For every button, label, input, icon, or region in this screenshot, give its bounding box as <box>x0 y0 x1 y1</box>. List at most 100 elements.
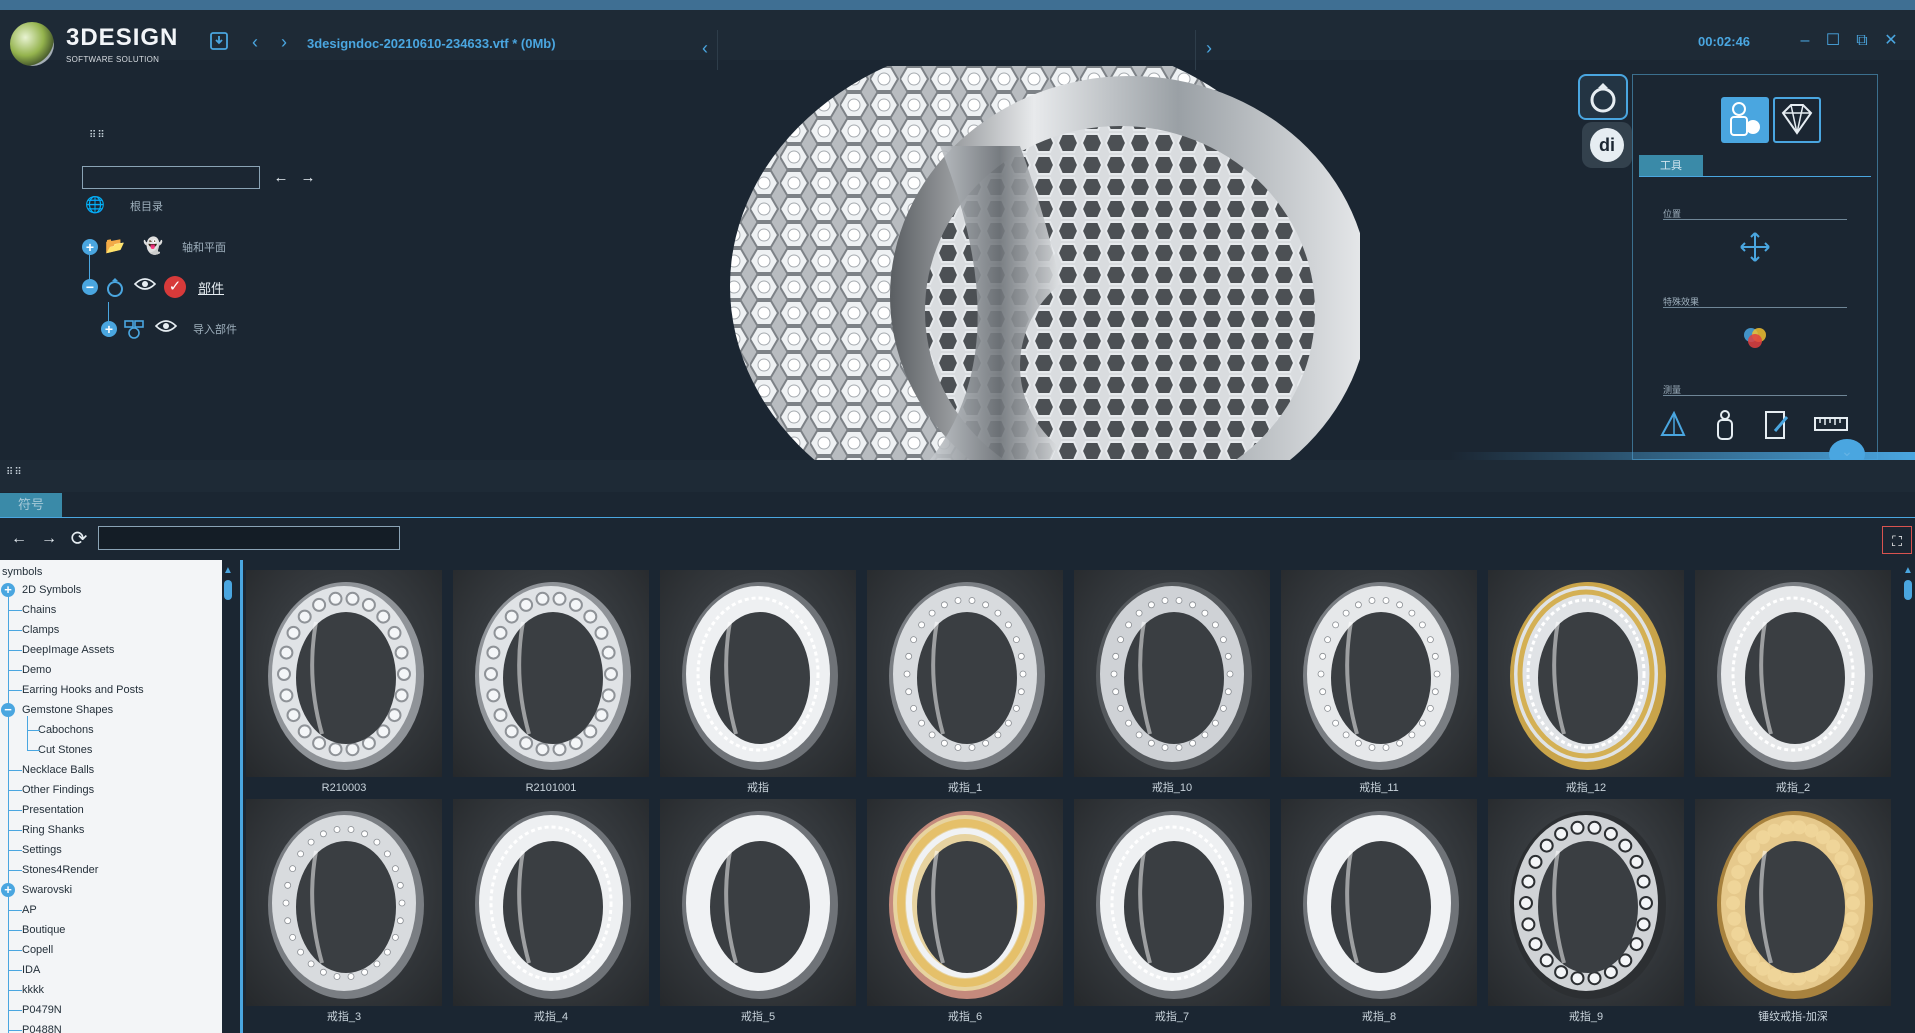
tree-back-icon[interactable]: ← <box>271 168 291 188</box>
expand-plus-icon[interactable]: + <box>1 883 15 897</box>
document-title: 3designdoc-20210610-234633.vtf * (0Mb) <box>307 36 556 51</box>
symbol-thumbnail[interactable]: 戒指_3 <box>246 799 442 1028</box>
folder-item[interactable]: +2D Symbols <box>0 580 81 600</box>
browser-back-icon[interactable]: ← <box>8 528 30 550</box>
gem-mode-button[interactable] <box>1773 97 1821 143</box>
symbol-thumbnail[interactable]: 戒指_4 <box>453 799 649 1028</box>
symbol-search-input[interactable] <box>98 526 400 550</box>
ghost-icon[interactable]: 👻 <box>142 236 164 258</box>
eye-icon[interactable] <box>133 276 157 298</box>
symbol-thumbnail[interactable]: 戒指_8 <box>1281 799 1477 1028</box>
symbol-thumbnail[interactable]: 戒指_6 <box>867 799 1063 1028</box>
symbol-thumbnail[interactable]: 戒指_5 <box>660 799 856 1028</box>
folder-item[interactable]: Earring Hooks and Posts <box>0 680 144 700</box>
di-mode-button[interactable]: di <box>1582 122 1632 168</box>
folder-item[interactable]: Other Findings <box>0 780 94 800</box>
folder-item[interactable]: Boutique <box>0 920 65 940</box>
fullscreen-icon[interactable]: ⛶ <box>1882 526 1912 554</box>
browser-forward-icon[interactable]: → <box>38 528 60 550</box>
tab-tools[interactable]: 工具 <box>1639 155 1703 177</box>
symbol-thumbnail[interactable]: 戒指_9 <box>1488 799 1684 1028</box>
expand-plus-icon[interactable]: + <box>1 583 15 597</box>
folder-label: Chains <box>22 604 57 616</box>
expand-plus-icon[interactable]: + <box>101 321 117 337</box>
folder-item[interactable]: Copell <box>0 940 53 960</box>
folder-item[interactable]: Ring Shanks <box>0 820 84 840</box>
active-check-icon[interactable]: ✓ <box>164 276 186 298</box>
folder-item[interactable]: IDA <box>0 960 40 980</box>
tree-root[interactable]: 🌐 根目录 <box>84 193 163 219</box>
scroll-thumb[interactable] <box>224 580 232 600</box>
panel-grip-icon[interactable]: ⠿⠿ <box>6 468 22 480</box>
symbol-thumbnail[interactable]: 戒指_1 <box>867 570 1063 799</box>
folder-scrollbar[interactable]: ▲ <box>222 560 234 1033</box>
symbol-thumbnail[interactable]: 锤纹戒指-加深 <box>1695 799 1891 1028</box>
color-effects-icon[interactable] <box>1737 321 1773 357</box>
symbol-thumbnail[interactable]: 戒指_10 <box>1074 570 1270 799</box>
material-mode-button[interactable] <box>1721 97 1769 143</box>
symbol-thumbnail[interactable]: R2101001 <box>453 570 649 799</box>
folder-item[interactable]: Settings <box>0 840 62 860</box>
back-icon[interactable]: ‹ <box>243 30 267 54</box>
ring-preview-image <box>1695 570 1891 777</box>
panel-divider[interactable]: ⠿⠿ <box>0 460 1915 492</box>
folder-item[interactable]: − Gemstone Shapes <box>0 700 113 720</box>
tab-symbols[interactable]: 符号 <box>0 493 62 517</box>
folder-icon: 📂 <box>105 238 125 255</box>
folder-item[interactable]: Clamps <box>0 620 59 640</box>
tree-forward-icon[interactable]: → <box>298 168 318 188</box>
folder-item[interactable]: DeepImage Assets <box>0 640 114 660</box>
collapse-minus-icon[interactable]: − <box>1 703 15 717</box>
angle-measure-icon[interactable] <box>1655 409 1691 445</box>
tree-node-axes[interactable]: + 📂 👻 轴和平面 <box>82 234 226 260</box>
save-icon[interactable] <box>207 30 231 54</box>
folder-item[interactable]: AP <box>0 900 37 920</box>
symbol-thumbnail[interactable]: R210003 <box>246 570 442 799</box>
scroll-up-icon[interactable]: ▲ <box>1902 566 1914 576</box>
symbol-thumbnail[interactable]: 戒指_2 <box>1695 570 1891 799</box>
folder-item[interactable]: Cut Stones <box>0 740 92 760</box>
minimize-icon[interactable]: – <box>1794 30 1816 52</box>
weight-measure-icon[interactable] <box>1707 409 1743 445</box>
folder-item[interactable]: P0488N <box>0 1020 62 1033</box>
folder-item[interactable]: Stones4Render <box>0 860 98 880</box>
folder-item[interactable]: Cabochons <box>0 720 94 740</box>
folder-item[interactable]: kkkk <box>0 980 44 1000</box>
refresh-icon[interactable]: ⟳ <box>68 528 90 550</box>
forward-icon[interactable]: › <box>272 30 296 54</box>
folder-item[interactable]: P0479N <box>0 1000 62 1020</box>
scroll-thumb[interactable] <box>1904 580 1912 600</box>
panel-grip-icon[interactable]: ⠿⠿ <box>89 131 105 143</box>
folder-item[interactable]: + Swarovski <box>0 880 72 900</box>
symbol-thumbnail[interactable]: 戒指 <box>660 570 856 799</box>
tree-connector <box>27 750 40 751</box>
tree-connector <box>8 690 22 691</box>
tree-node-parts[interactable]: − ✓ 部件 <box>82 274 224 300</box>
folder-item[interactable]: Chains <box>0 600 56 620</box>
move-icon[interactable] <box>1737 231 1773 267</box>
restore-icon[interactable]: ⧉ <box>1851 30 1873 52</box>
symbol-thumbnail[interactable]: 戒指_11 <box>1281 570 1477 799</box>
symbol-thumbnail[interactable]: 戒指_7 <box>1074 799 1270 1028</box>
tree-node-imported[interactable]: + 导入部件 <box>101 316 237 342</box>
ring-preview-image <box>1488 570 1684 777</box>
collapse-minus-icon[interactable]: − <box>82 279 98 295</box>
folder-root[interactable]: symbols <box>2 566 42 578</box>
maximize-icon[interactable]: ☐ <box>1822 30 1844 52</box>
close-icon[interactable]: ✕ <box>1880 30 1902 52</box>
report-icon[interactable] <box>1759 409 1795 445</box>
symbol-thumbnail[interactable]: 戒指_12 <box>1488 570 1684 799</box>
folder-item[interactable]: Demo <box>0 660 51 680</box>
expand-plus-icon[interactable]: + <box>82 239 98 255</box>
3d-viewport[interactable] <box>720 66 1360 460</box>
eye-icon[interactable] <box>154 318 178 340</box>
scroll-up-icon[interactable]: ▲ <box>222 566 234 576</box>
scene-search-input[interactable] <box>82 166 260 189</box>
thumbnail-label: 戒指_7 <box>1154 1011 1190 1023</box>
prev-panel-icon[interactable]: ‹ <box>693 36 717 60</box>
folder-item[interactable]: Necklace Balls <box>0 760 94 780</box>
folder-item[interactable]: Presentation <box>0 800 84 820</box>
ring-mode-button[interactable] <box>1578 74 1628 120</box>
next-panel-icon[interactable]: › <box>1197 36 1221 60</box>
grid-scrollbar[interactable]: ▲ <box>1900 560 1915 1033</box>
